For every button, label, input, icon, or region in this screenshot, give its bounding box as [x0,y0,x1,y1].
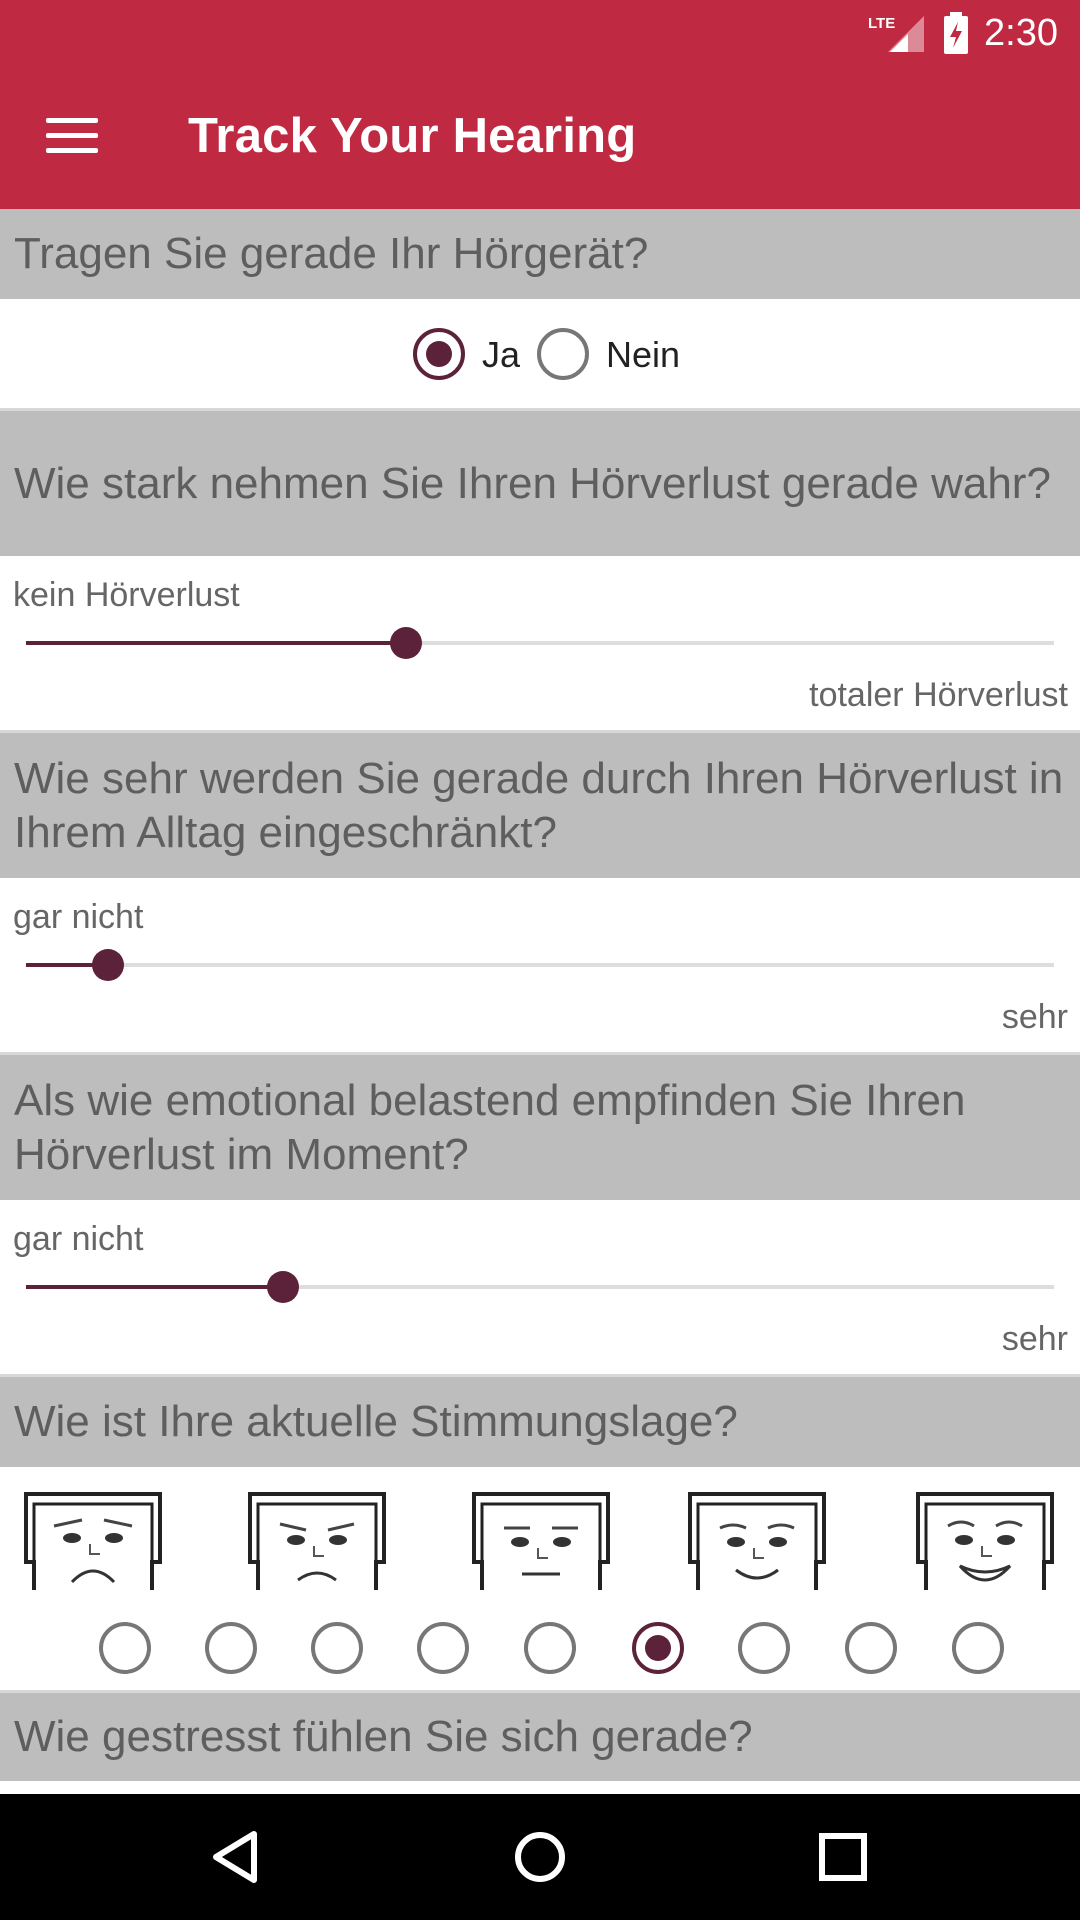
app-bar: LTE 2:30 Track Your Hearing [0,0,1080,209]
home-icon[interactable] [503,1820,577,1894]
network-type: LTE [868,15,895,32]
slider-min-label: gar nicht [13,898,144,936]
mood-option-7[interactable] [738,1622,790,1674]
app-title: Track Your Hearing [188,109,637,163]
emotional-slider[interactable] [26,1271,1054,1303]
slider-thumb[interactable] [390,627,423,659]
recents-icon[interactable] [806,1820,880,1894]
question-emotional-title: Als wie emotional belastend empfinden Si… [0,1055,1080,1200]
slider-fill [26,1285,283,1289]
mood-option-1[interactable] [99,1622,151,1674]
mood-option-3[interactable] [311,1622,363,1674]
neutral-face-icon [472,1492,610,1590]
lte-signal-icon: LTE [868,15,925,52]
back-icon[interactable] [200,1820,274,1894]
very-happy-face-icon [916,1492,1054,1590]
question-daily-limit-title: Wie sehr werden Sie gerade durch Ihren H… [0,733,1080,878]
happy-face-icon [688,1492,826,1590]
radio-nein-label: Nein [606,334,681,375]
slider-max-label: sehr [1001,1320,1068,1358]
daily-limit-slider[interactable] [26,949,1054,981]
question-stress-title: Wie gestresst fühlen Sie sich gerade? [0,1693,1080,1781]
slider-thumb[interactable] [267,1271,299,1303]
radio-ja-label: Ja [482,334,521,375]
hamburger-menu-icon[interactable] [46,118,98,154]
very-sad-face-icon [24,1492,162,1590]
slider-fill [26,641,407,645]
mood-option-9[interactable] [952,1622,1004,1674]
clock: 2:30 [984,11,1058,54]
mood-option-8[interactable] [845,1622,897,1674]
slider-min-label: kein Hörverlust [13,576,240,614]
mood-option-5[interactable] [524,1622,576,1674]
sad-face-icon [248,1492,386,1590]
navigation-bar [0,1794,1080,1920]
slider-thumb[interactable] [92,949,125,981]
status-bar: LTE 2:30 [864,8,1058,58]
question-mood-title: Wie ist Ihre aktuelle Stimmungslage? [0,1377,1080,1467]
radio-nein[interactable] [537,328,589,380]
slider-min-label: gar nicht [13,1220,144,1258]
mood-option-4[interactable] [417,1622,469,1674]
mood-option-2[interactable] [205,1622,257,1674]
question-hearing-loss-title: Wie stark nehmen Sie Ihren Hörverlust ge… [0,411,1080,556]
radio-ja[interactable] [413,328,465,380]
question-hearing-aid-title: Tragen Sie gerade Ihr Hörgerät? [0,209,1080,299]
slider-max-label: sehr [1001,998,1068,1036]
mood-faces [0,1468,1080,1603]
slider-max-label: totaler Hörverlust [809,676,1068,714]
hearing-loss-slider[interactable] [26,627,1054,659]
battery-charging-icon [944,12,969,54]
mood-option-6[interactable] [632,1622,684,1674]
